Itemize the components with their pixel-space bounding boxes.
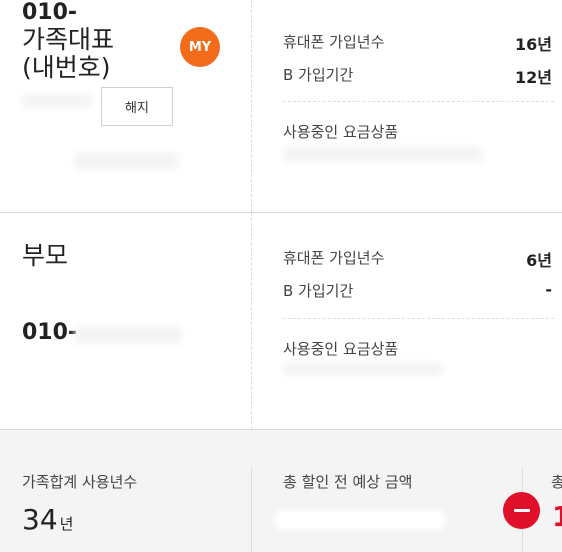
member-name: 가족대표 (내번호): [22, 25, 115, 82]
redacted-phone: [74, 152, 178, 170]
total-years-label: 가족합계 사용년수: [22, 473, 138, 491]
redacted-amount: [275, 510, 445, 530]
minus-circle-icon[interactable]: [503, 492, 540, 529]
redacted-plan: [283, 146, 483, 162]
redacted-text: [22, 94, 92, 108]
pre-discount-label: 총 할인 전 예상 금액: [283, 473, 413, 491]
total-years-value: 34 년: [22, 503, 74, 536]
b-period-label: B 가입기간: [283, 66, 354, 84]
plan-label: 사용중인 요금상품: [283, 340, 399, 358]
total-label: 총: [551, 473, 562, 491]
b-period-value: 12년: [515, 68, 552, 87]
member-card-parent: [0, 213, 562, 430]
plan-label: 사용중인 요금상품: [283, 123, 399, 141]
redacted-plan: [283, 362, 443, 376]
card-divider: [251, 0, 252, 212]
my-badge: MY: [180, 27, 220, 67]
info-separator: [283, 318, 554, 319]
mobile-years-label: 휴대폰 가입년수: [283, 33, 385, 51]
mobile-years-value: 16년: [515, 35, 552, 54]
member-name: 부모: [22, 241, 69, 270]
b-period-label: B 가입기간: [283, 282, 354, 300]
info-separator: [283, 101, 554, 102]
phone-number: 010-: [22, 320, 78, 345]
summary-divider: [251, 468, 252, 552]
mobile-years-label: 휴대폰 가입년수: [283, 249, 385, 267]
b-period-value: -: [545, 280, 552, 299]
total-amount: 1: [552, 500, 562, 533]
cancel-button[interactable]: 해지: [101, 87, 173, 126]
mobile-years-value: 6년: [526, 251, 552, 270]
card-divider: [251, 213, 252, 429]
redacted-phone: [74, 326, 182, 344]
phone-number: 010-: [22, 0, 78, 25]
